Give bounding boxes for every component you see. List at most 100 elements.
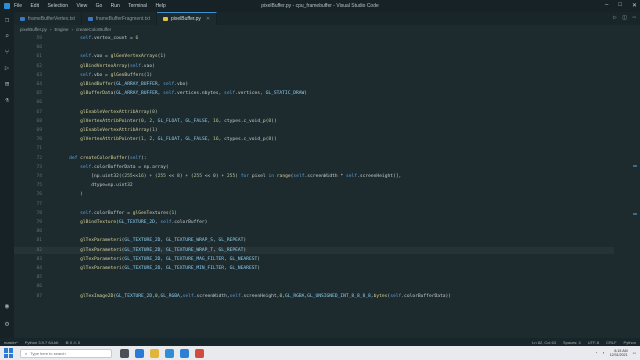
branch-indicator[interactable]: master* [4, 340, 18, 345]
windows-start-icon[interactable] [4, 348, 14, 358]
maximize-icon[interactable]: □ [618, 2, 622, 9]
code-line[interactable]: 75 dtype=np.uint32 [14, 182, 614, 189]
code-text[interactable]: glEnableVertexAttribArray(1) [58, 127, 158, 134]
source-control-icon[interactable]: ⑂ [0, 44, 14, 60]
test-icon[interactable]: ⚗ [0, 92, 14, 108]
network-icon[interactable]: ◔ [595, 351, 597, 355]
code-editor[interactable]: 59 self.vertex_count = 6 60 61 self.vao = … [14, 35, 640, 338]
code-text[interactable]: def createColorBuffer(self): [58, 155, 147, 162]
code-text[interactable]: glEnableVertexAttribArray(0) [58, 109, 158, 116]
extensions-icon[interactable]: ⊞ [0, 76, 14, 92]
cursor-position[interactable]: Ln 82, Col 63 [532, 340, 556, 345]
menu-view[interactable]: View [76, 3, 87, 9]
code-line[interactable]: 73 self.colorBufferData = np.array( [14, 164, 614, 171]
code-line[interactable]: 81 glTexParameteri(GL_TEXTURE_2D, GL_TEX… [14, 237, 614, 244]
split-editor-icon[interactable]: ◫ [623, 14, 627, 21]
code-text[interactable]: glTexParameteri(GL_TEXTURE_2D, GL_TEXTUR… [58, 237, 246, 244]
code-text[interactable]: self.vao = glGenVertexArrays(1) [58, 53, 166, 60]
code-line[interactable]: 59 self.vertex_count = 6 [14, 35, 614, 42]
code-text[interactable]: glTexParameteri(GL_TEXTURE_2D, GL_TEXTUR… [58, 256, 260, 263]
code-line[interactable]: 62 glBindVertexArray(self.vao) [14, 63, 614, 70]
editor-scrollbar[interactable] [630, 35, 638, 330]
vscode-taskbar-icon[interactable] [180, 348, 189, 358]
code-line[interactable]: 71 [14, 145, 614, 152]
code-line[interactable]: 76 ) [14, 191, 614, 198]
menu-edit[interactable]: Edit [30, 3, 39, 9]
code-line[interactable]: 60 [14, 44, 614, 51]
menu-run[interactable]: Run [111, 3, 120, 9]
menu-help[interactable]: Help [155, 3, 165, 9]
gear-icon[interactable]: ⚙ [0, 316, 14, 332]
code-text[interactable]: self.colorBuffer = glGenTextures(1) [58, 210, 177, 217]
code-line[interactable]: 86 [14, 283, 614, 290]
search-icon[interactable]: ⌕ [0, 28, 14, 44]
menu-terminal[interactable]: Terminal [128, 3, 147, 9]
code-text[interactable]: glTexParameteri(GL_TEXTURE_2D, GL_TEXTUR… [58, 265, 260, 272]
code-text[interactable]: self.vbo = glGenBuffers(1) [58, 72, 152, 79]
code-line[interactable]: 74 [np.uint32((255<<16) + (255 << 8) + (… [14, 173, 614, 180]
code-line[interactable]: 82 glTexParameteri(GL_TEXTURE_2D, GL_TEX… [14, 246, 614, 254]
code-line[interactable]: 64 glBindBuffer(GL_ARRAY_BUFFER, self.vb… [14, 81, 614, 88]
line-ending[interactable]: CRLF [606, 340, 616, 345]
more-actions-icon[interactable]: ⋯ [632, 14, 636, 21]
account-icon[interactable]: ◉ [0, 298, 14, 314]
code-text[interactable]: glTexImage2D(GL_TEXTURE_2D,0,GL_RGBA,sel… [58, 293, 451, 300]
minimize-icon[interactable]: – [605, 2, 608, 9]
edge-icon[interactable] [135, 348, 144, 358]
volume-icon[interactable]: ◖ [602, 351, 604, 355]
chrome-icon[interactable] [195, 348, 204, 358]
taskbar-search[interactable]: ⌕ Type here to search [20, 348, 112, 358]
code-line[interactable]: 70 glVertexAttribPointer(1, 2, GL_FLOAT,… [14, 136, 614, 143]
tab-pixelbuffer[interactable]: pixelBuffer.py ✕ [156, 12, 218, 25]
problems-indicator[interactable]: ⊗ 0 ⚠ 0 [65, 340, 80, 345]
code-line[interactable]: 87 glTexImage2D(GL_TEXTURE_2D,0,GL_RGBA,… [14, 293, 614, 300]
breadcrumb-file[interactable]: pixelBuffer.py [20, 27, 47, 32]
code-line[interactable]: 67 glEnableVertexAttribArray(0) [14, 109, 614, 116]
menu-file[interactable]: File [14, 3, 22, 9]
interpreter-indicator[interactable]: Python 3.9.7 64-bit [25, 340, 59, 345]
indentation[interactable]: Spaces: 4 [563, 340, 581, 345]
breadcrumb-method[interactable]: createColorBuffer [76, 27, 111, 32]
code-line[interactable]: 84 glTexParameteri(GL_TEXTURE_2D, GL_TEX… [14, 265, 614, 272]
code-line[interactable]: 83 glTexParameteri(GL_TEXTURE_2D, GL_TEX… [14, 256, 614, 263]
tab-framebuffer-fragment[interactable]: frameBufferFragment.txt [81, 12, 157, 25]
code-text[interactable]: glBindTexture(GL_TEXTURE_2D, self.colorB… [58, 219, 207, 226]
code-line[interactable]: 63 self.vbo = glGenBuffers(1) [14, 72, 614, 79]
code-line[interactable]: 72 def createColorBuffer(self): [14, 155, 614, 162]
code-line[interactable]: 68 glVertexAttribPointer(0, 2, GL_FLOAT,… [14, 118, 614, 125]
code-text[interactable]: self.vertex_count = 6 [58, 35, 138, 42]
code-line[interactable]: 66 [14, 99, 614, 106]
run-debug-icon[interactable]: ▷ [0, 60, 14, 76]
explorer-icon[interactable]: ❐ [0, 12, 14, 28]
code-line[interactable]: 61 self.vao = glGenVertexArrays(1) [14, 53, 614, 60]
close-icon[interactable]: ✕ [632, 2, 637, 9]
code-text[interactable]: dtype=np.uint32 [58, 182, 133, 189]
code-line[interactable]: 78 self.colorBuffer = glGenTextures(1) [14, 210, 614, 217]
code-text[interactable]: glBindBuffer(GL_ARRAY_BUFFER, self.vbo) [58, 81, 188, 88]
code-line[interactable]: 69 glEnableVertexAttribArray(1) [14, 127, 614, 134]
code-line[interactable]: 65 glBufferData(GL_ARRAY_BUFFER, self.ve… [14, 90, 614, 97]
breadcrumb-class[interactable]: Engine [54, 27, 68, 32]
code-line[interactable]: 80 [14, 228, 614, 235]
code-text[interactable]: glVertexAttribPointer(0, 2, GL_FLOAT, GL… [58, 118, 277, 125]
language-mode[interactable]: Python [624, 340, 636, 345]
code-text[interactable]: glBufferData(GL_ARRAY_BUFFER, self.verti… [58, 90, 307, 97]
code-text[interactable]: [np.uint32((255<<16) + (255 << 8) + (255… [58, 173, 401, 180]
code-text[interactable]: glTexParameteri(GL_TEXTURE_2D, GL_TEXTUR… [58, 247, 246, 254]
code-line[interactable]: 77 [14, 201, 614, 208]
task-view-icon[interactable] [120, 348, 129, 358]
tab-framebuffer-vertex[interactable]: frameBufferVertex.txt [14, 12, 82, 25]
encoding[interactable]: UTF-8 [588, 340, 599, 345]
menu-selection[interactable]: Selection [47, 3, 68, 9]
close-tab-icon[interactable]: ✕ [206, 16, 210, 22]
code-text[interactable]: self.colorBufferData = np.array( [58, 164, 169, 171]
run-file-icon[interactable]: ▷ [613, 14, 617, 21]
code-text[interactable]: glVertexAttribPointer(1, 2, GL_FLOAT, GL… [58, 136, 277, 143]
code-line[interactable]: 85 [14, 274, 614, 281]
code-text[interactable]: ) [58, 191, 83, 198]
notification-icon[interactable]: ▭ [633, 351, 636, 355]
code-line[interactable]: 79 glBindTexture(GL_TEXTURE_2D, self.col… [14, 219, 614, 226]
file-explorer-icon[interactable] [150, 348, 159, 358]
code-text[interactable]: glBindVertexArray(self.vao) [58, 63, 155, 70]
clock[interactable]: 8:15 AM 12/31/2021 [610, 349, 628, 358]
